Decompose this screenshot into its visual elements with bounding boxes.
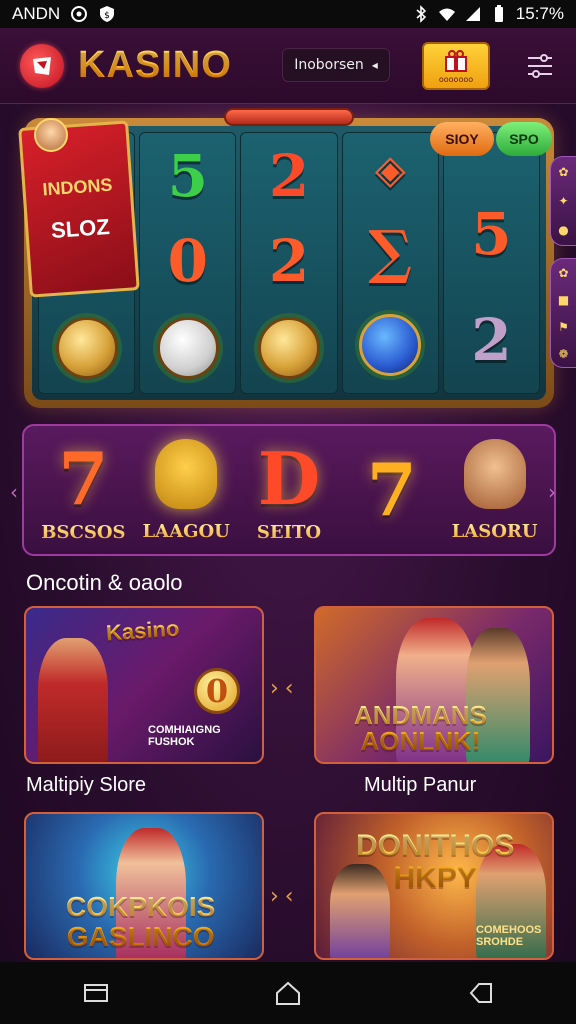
featured-label: BSCSOS — [41, 521, 126, 543]
app-header: KASINO Inoborsen ◂ ooooooo — [0, 28, 576, 104]
battery-icon — [494, 5, 503, 22]
signal-icon — [465, 7, 480, 21]
reel-symbol: 2 — [268, 226, 310, 295]
shield-icon: $ — [100, 6, 115, 22]
game-card[interactable]: DONITHOS HKPY COMEHOOS SROHDE — [314, 812, 554, 960]
featured-item[interactable]: LASORU — [447, 438, 543, 542]
slot-top-handle — [224, 108, 354, 126]
card-heading: COKPKOIS GASLINCO — [66, 891, 216, 952]
reel-symbol: 0 — [167, 226, 208, 295]
golden-mask-icon — [155, 438, 218, 509]
status-carrier-text: ANDN — [12, 4, 61, 23]
svg-text:$: $ — [104, 11, 110, 21]
system-nav-bar — [0, 962, 576, 1024]
game-card[interactable]: COKPKOIS GASLINCO — [24, 812, 264, 960]
featured-item[interactable]: 7 — [344, 446, 440, 532]
bluetooth-icon — [416, 5, 426, 23]
card-heading: DONITHOS HKPY — [356, 829, 515, 894]
flag-icon: ⚑ — [558, 319, 569, 334]
slot-machine[interactable]: 1 9 5 0 2 2 ◈ ∑ 5 2 INDONS SLOZ SIOY SPO — [18, 108, 554, 408]
featured-symbol: 7 — [58, 436, 109, 521]
character-illustration — [38, 638, 108, 762]
featured-games-strip[interactable]: 7 BSCSOS LAAGOU D SEITO 7 LASORU — [22, 424, 556, 556]
chevron-pair-icon: ›‹ — [270, 884, 300, 909]
side-quick-menu-2[interactable]: ✿ ■ ⚑ ❁ — [550, 258, 576, 368]
card-caption: Multip Panur — [364, 774, 477, 796]
player-avatar[interactable] — [34, 118, 68, 152]
crest-icon — [359, 314, 422, 377]
star-icon: ✦ — [558, 193, 569, 208]
coin-icon: ● — [558, 223, 569, 238]
spin-tag-button[interactable]: SPO — [496, 122, 552, 156]
reel-4: ◈ ∑ — [341, 132, 439, 394]
featured-symbol: 7 — [366, 446, 417, 532]
reel-symbol: ◈ — [374, 145, 406, 193]
language-label: Inoborsen — [294, 57, 364, 73]
reel-symbol: 2 — [471, 306, 512, 374]
gold-coin-icon — [258, 317, 320, 380]
home-icon — [276, 981, 300, 1005]
featured-item[interactable]: D SEITO — [241, 436, 337, 543]
gold-coin-icon — [55, 317, 118, 380]
reel-symbol: 5 — [471, 200, 512, 268]
banner-title: INDONS — [41, 174, 114, 199]
reel-symbol: ∑ — [368, 217, 413, 286]
status-time: 15:7% — [515, 4, 564, 23]
slot-banner: INDONS SLOZ — [18, 120, 140, 298]
language-button[interactable]: Inoborsen ◂ — [282, 48, 390, 82]
side-quick-menu[interactable]: ✿ ✦ ● — [550, 156, 576, 246]
home-button[interactable] — [268, 973, 308, 1013]
card-heading: Kasino — [105, 615, 181, 646]
status-bar: ANDN $ 15:7% — [0, 0, 576, 28]
banner-subtitle: SLOZ — [50, 213, 111, 243]
chevron-pair-icon: ›‹ — [270, 676, 300, 701]
featured-label: LAAGOU — [142, 520, 230, 542]
card-heading: ANDMANS AONLNK! — [354, 700, 487, 756]
card-caption: Maltipiy Slore — [26, 774, 147, 796]
gem-icon: ✿ — [558, 164, 569, 179]
featured-symbol: D — [257, 436, 321, 521]
pearl-icon — [156, 317, 219, 380]
game-card[interactable]: ANDMANS AONLNK! — [314, 606, 554, 764]
back-button[interactable] — [460, 973, 500, 1013]
game-card[interactable]: Kasino 0 COMHIAIGNG FUSHOK — [24, 606, 264, 764]
card-small-text: COMHIAIGNG FUSHOK — [148, 724, 221, 748]
chevron-icon: ◂ — [371, 58, 378, 72]
recents-button[interactable] — [76, 973, 116, 1013]
card-small-text: COMEHOOS SROHDE — [476, 924, 542, 948]
recents-icon — [84, 984, 108, 1002]
app-logo[interactable] — [20, 43, 64, 88]
promo-sub-label: ooooooo — [438, 74, 474, 84]
flower-icon: ❁ — [558, 346, 569, 361]
gift-icon — [445, 49, 467, 72]
sync-icon — [71, 6, 88, 22]
featured-item[interactable]: 7 BSCSOS — [35, 436, 131, 543]
featured-label: SEITO — [256, 521, 322, 543]
chevron-right-icon[interactable]: › — [548, 480, 556, 504]
brand-title: KASINO — [78, 44, 232, 86]
reel-2: 5 0 — [139, 132, 237, 394]
reel-5: 5 2 — [442, 132, 541, 394]
big-zero-badge: 0 — [194, 668, 240, 714]
filter-menu-icon[interactable] — [524, 52, 556, 80]
section-title: Oncotin & oaolo — [26, 570, 183, 595]
chart-icon: ■ — [557, 292, 570, 307]
slot-tag-button[interactable]: SIOY — [430, 122, 494, 156]
featured-item[interactable]: LAAGOU — [138, 438, 234, 542]
reel-symbol: 2 — [268, 141, 310, 210]
back-icon — [469, 983, 492, 1003]
chevron-left-icon[interactable]: ‹ — [10, 480, 18, 504]
character-face-icon — [463, 438, 526, 509]
gem-icon: ✿ — [558, 265, 569, 280]
wifi-icon — [438, 8, 455, 21]
promo-button[interactable]: ooooooo — [422, 42, 490, 90]
reel-symbol: 5 — [167, 141, 208, 210]
reel-3: 2 2 — [240, 132, 338, 394]
featured-label: LASORU — [451, 520, 538, 542]
dice-logo-icon — [33, 56, 51, 75]
